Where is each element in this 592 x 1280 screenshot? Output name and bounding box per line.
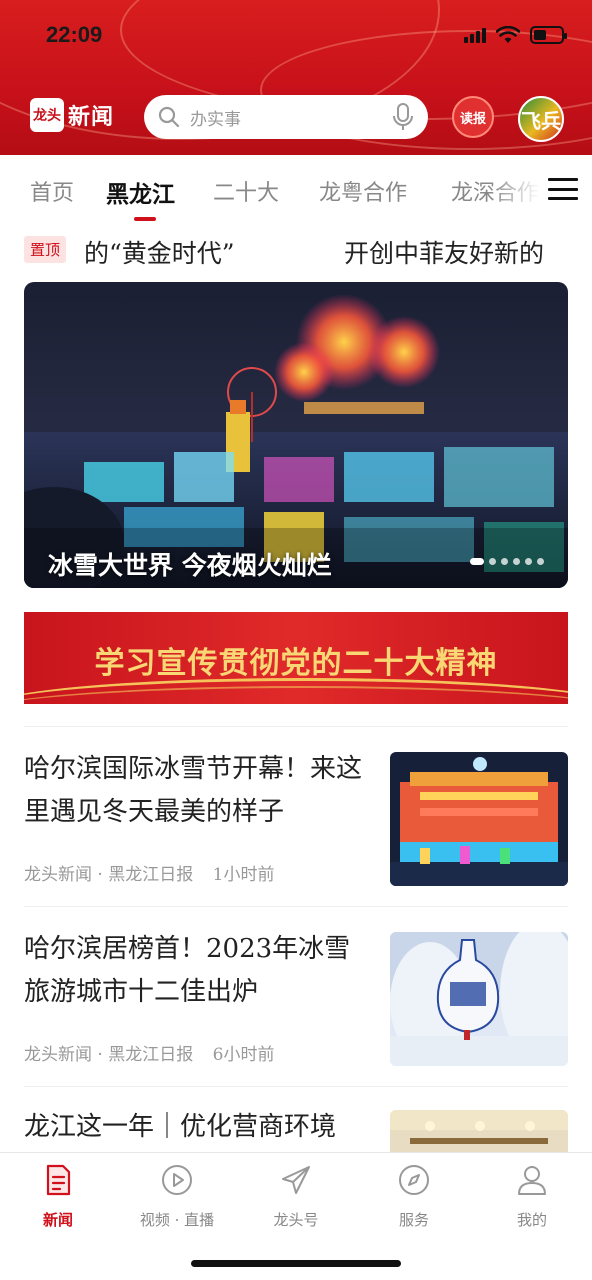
news-time: 6小时前 — [212, 1045, 275, 1065]
news-title[interactable]: 哈尔滨居榜首！2023年冰雪旅游城市十二佳出炉 — [24, 928, 372, 1014]
compass-icon — [399, 1165, 429, 1195]
nav-services[interactable]: 服务 — [364, 1163, 464, 1230]
tabs-fade — [490, 155, 540, 223]
divider — [24, 726, 568, 727]
logo-mark: 龙头 — [30, 98, 64, 132]
nav-longtou-hao[interactable]: 龙头号 — [246, 1163, 346, 1230]
news-time: 1小时前 — [212, 865, 275, 885]
wifi-icon — [496, 26, 520, 43]
nav-label: 视频 · 直播 — [139, 1211, 215, 1229]
nav-video-live[interactable]: 视频 · 直播 — [127, 1163, 227, 1230]
news-icon — [46, 1164, 71, 1196]
pinned-headline[interactable]: 的“黄金时代” — [84, 234, 235, 270]
search-bar[interactable]: 办实事 — [144, 95, 428, 139]
news-meta: 龙头新闻 · 黑龙江日报 1小时前 — [24, 860, 274, 885]
nav-label: 新闻 — [42, 1211, 73, 1229]
cellular-signal-icon — [464, 27, 486, 43]
tab-long-yue[interactable]: 龙粤合作 — [319, 175, 407, 207]
logo-text: 新闻 — [68, 105, 115, 130]
nav-profile[interactable]: 我的 — [482, 1163, 582, 1230]
user-icon — [518, 1166, 546, 1195]
banner-text: 学习宣传贯彻党的二十大精神 — [94, 646, 498, 681]
microphone-icon[interactable] — [392, 103, 414, 131]
news-source: 龙头新闻 · 黑龙江日报 — [24, 1045, 194, 1065]
promo-banner[interactable]: 学习宣传贯彻党的二十大精神 — [24, 612, 568, 704]
carousel-indicator — [470, 558, 544, 565]
category-tabs: 首页 黑龙江 二十大 龙粤合作 龙深合作 — [0, 155, 592, 223]
news-thumbnail[interactable] — [390, 752, 568, 886]
ice-festival-image — [24, 294, 568, 588]
app-logo[interactable]: 龙头 新闻 — [30, 98, 114, 132]
divider — [24, 906, 568, 907]
battery-icon — [530, 26, 567, 44]
nav-label: 我的 — [516, 1211, 547, 1229]
nav-label: 龙头号 — [273, 1211, 319, 1229]
news-title[interactable]: 哈尔滨国际冰雪节开幕！来这里遇见冬天最美的样子 — [24, 748, 372, 834]
status-icons — [464, 26, 567, 44]
search-icon — [158, 106, 180, 128]
news-source: 龙头新闻 · 黑龙江日报 — [24, 865, 194, 885]
app-header: 22:09 龙头 新闻 办实事 读报 飞兵 — [0, 0, 592, 155]
tab-home[interactable]: 首页 — [30, 175, 74, 207]
status-time: 22:09 — [46, 22, 103, 47]
nav-news[interactable]: 新闻 — [8, 1163, 108, 1230]
ice-palace-image — [390, 752, 568, 886]
pinned-badge: 置顶 — [24, 236, 67, 263]
home-indicator[interactable] — [191, 1260, 401, 1267]
paper-plane-icon — [282, 1166, 310, 1194]
search-placeholder: 办实事 — [190, 109, 241, 130]
pinned-headline[interactable]: 开创中菲友好新的 — [344, 234, 544, 270]
news-thumbnail[interactable] — [390, 932, 568, 1066]
divider — [24, 1086, 568, 1087]
pinned-headlines[interactable]: 置顶 的“黄金时代” 开创中菲友好新的 — [0, 232, 592, 272]
video-play-icon — [162, 1165, 192, 1195]
hero-caption: 冰雪大世界 今夜烟火灿烂 — [48, 551, 332, 580]
snow-sculpture-vase-image — [390, 932, 568, 1066]
news-title[interactable]: 龙江这一年｜优化营商环境 — [24, 1106, 372, 1149]
read-newspaper-button[interactable]: 读报 — [452, 96, 494, 138]
hero-carousel[interactable]: 冰雪大世界 今夜烟火灿烂 — [24, 282, 568, 588]
active-tab-indicator — [134, 217, 156, 221]
news-meta: 龙头新闻 · 黑龙江日报 6小时前 — [24, 1040, 274, 1065]
nav-label: 服务 — [398, 1211, 429, 1229]
menu-icon[interactable] — [548, 178, 578, 200]
user-avatar[interactable]: 飞兵 — [518, 96, 564, 142]
tab-20th-congress[interactable]: 二十大 — [213, 175, 279, 207]
tab-heilongjiang[interactable]: 黑龙江 — [106, 175, 175, 209]
